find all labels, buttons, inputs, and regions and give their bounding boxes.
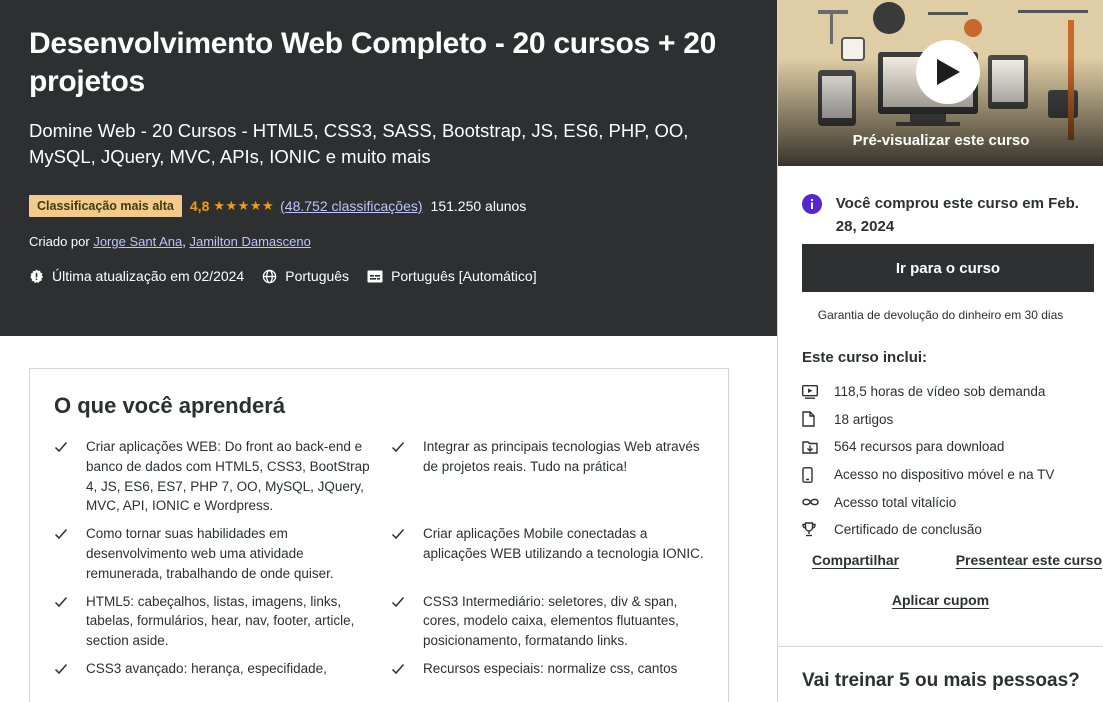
list-item: 18 artigos [802, 406, 1094, 434]
captions: Português [Automático] [367, 268, 537, 284]
creator-link[interactable]: Jorge Sant Ana [93, 234, 182, 249]
star-rating-icon: ★★★★★ [213, 197, 275, 213]
list-item: CSS3 avançado: herança, especifidade, [54, 659, 391, 681]
globe-icon [262, 269, 277, 283]
check-icon [54, 524, 86, 546]
include-label: 18 artigos [834, 411, 894, 427]
list-item: Acesso total vitalício [802, 488, 1094, 516]
course-preview[interactable]: Pré-visualizar este curso [778, 0, 1103, 166]
learn-item-text: Criar aplicações WEB: Do front ao back-e… [86, 439, 370, 514]
include-label: Certificado de conclusão [834, 522, 982, 538]
preview-label[interactable]: Pré-visualizar este curso [778, 132, 1103, 149]
creators-row: Criado por Jorge Sant Ana, Jamilton Dama… [29, 234, 311, 249]
check-icon [54, 437, 86, 459]
what-you-will-learn: O que você aprenderá Criar aplicações WE… [29, 368, 729, 702]
includes-list: 118,5 horas de vídeo sob demanda 18 arti… [802, 378, 1094, 544]
list-item: Recursos especiais: normalize css, canto… [391, 659, 728, 681]
last-updated-text: Última atualização em 02/2024 [52, 268, 245, 284]
play-icon [937, 59, 960, 85]
created-by-label: Criado por [29, 234, 90, 249]
purchase-notice: Você comprou este curso em Feb. 28, 2024 [802, 192, 1094, 238]
course-header: Desenvolvimento Web Completo - 20 cursos… [0, 0, 777, 336]
learn-item-text: Como tornar suas habilidades em desenvol… [86, 526, 334, 581]
share-actions: Compartilhar Presentear este curso [812, 552, 1102, 568]
info-icon [802, 192, 836, 219]
divider [778, 646, 1103, 647]
bestseller-badge: Classificação mais alta [29, 194, 182, 217]
list-item: Como tornar suas habilidades em desenvol… [54, 524, 391, 583]
share-button[interactable]: Compartilhar [812, 552, 899, 568]
list-item: CSS3 Intermediário: seletores, div & spa… [391, 592, 728, 651]
language: Português [262, 268, 349, 284]
play-button[interactable] [916, 40, 980, 104]
learn-item-text: Recursos especiais: normalize css, canto… [423, 660, 678, 676]
list-item: Integrar as principais tecnologias Web a… [391, 437, 728, 516]
money-back-guarantee: Garantia de devolução do dinheiro em 30 … [817, 308, 1064, 322]
list-item: Acesso no dispositivo móvel e na TV [802, 461, 1094, 489]
students-count: 151.250 alunos [430, 197, 527, 214]
apply-coupon-button[interactable]: Aplicar cupom [778, 592, 1103, 608]
captions-icon [367, 270, 383, 282]
alert-badge-icon [30, 268, 43, 283]
rating-row: Classificação mais alta 4,8 ★★★★★ (48.75… [29, 194, 526, 217]
last-updated: Última atualização em 02/2024 [29, 268, 244, 284]
purchase-sidebar: Pré-visualizar este curso Você comprou e… [777, 0, 1103, 702]
infinity-icon [802, 497, 834, 507]
course-meta: Última atualização em 02/2024 Português … [29, 268, 555, 284]
includes-title: Este curso inclui: [802, 349, 928, 366]
creator-link[interactable]: Jamilton Damasceno [189, 234, 310, 249]
check-icon [391, 437, 423, 459]
learn-item-text: Criar aplicações Mobile conectadas a apl… [423, 526, 704, 561]
list-item: Criar aplicações Mobile conectadas a apl… [391, 524, 728, 583]
rating-value: 4,8 [189, 197, 210, 214]
include-label: 118,5 horas de vídeo sob demanda [834, 384, 1046, 400]
go-to-course-button[interactable]: Ir para o curso [802, 244, 1094, 292]
include-label: Acesso no dispositivo móvel e na TV [834, 467, 1055, 483]
include-label: Acesso total vitalício [834, 494, 957, 510]
video-icon [802, 384, 834, 399]
learn-item-text: Integrar as principais tecnologias Web a… [423, 439, 700, 474]
check-icon [391, 592, 423, 614]
list-item: Certificado de conclusão [802, 516, 1094, 544]
rating-count-link[interactable]: (48.752 classificações) [280, 198, 422, 214]
learn-title: O que você aprenderá [54, 393, 286, 418]
file-icon [802, 411, 834, 428]
download-icon [802, 440, 834, 454]
list-item: 118,5 horas de vídeo sob demanda [802, 378, 1094, 406]
include-label: 564 recursos para download [834, 439, 1005, 455]
mobile-icon [802, 466, 834, 483]
trophy-icon [802, 522, 834, 537]
check-icon [54, 592, 86, 614]
check-icon [391, 659, 423, 681]
course-title: Desenvolvimento Web Completo - 20 cursos… [29, 27, 716, 98]
learn-item-text: CSS3 Intermediário: seletores, div & spa… [423, 593, 679, 649]
course-subtitle: Domine Web - 20 Cursos - HTML5, CSS3, SA… [29, 120, 689, 167]
check-icon [54, 659, 86, 681]
learn-item-text: CSS3 avançado: herança, especifidade, [86, 660, 327, 676]
captions-text: Português [Automático] [391, 268, 537, 284]
check-icon [391, 524, 423, 546]
purchased-text: Você comprou este curso em Feb. 28, 2024 [835, 195, 1079, 235]
teams-title: Vai treinar 5 ou mais pessoas? [802, 670, 1080, 691]
list-item: Criar aplicações WEB: Do front ao back-e… [54, 437, 391, 516]
learn-item-text: HTML5: cabeçalhos, listas, imagens, link… [86, 593, 355, 649]
list-item: HTML5: cabeçalhos, listas, imagens, link… [54, 592, 391, 651]
gift-course-button[interactable]: Presentear este curso [956, 552, 1102, 568]
learn-list: Criar aplicações WEB: Do front ao back-e… [54, 437, 704, 681]
list-item: 564 recursos para download [802, 433, 1094, 461]
language-text: Português [285, 268, 350, 284]
